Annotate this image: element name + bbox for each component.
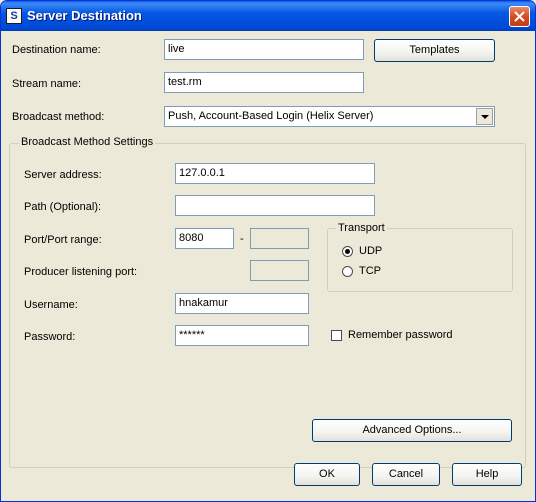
server-address-label: Server address: bbox=[24, 169, 102, 181]
username-input[interactable]: hnakamur bbox=[175, 293, 309, 314]
broadcast-method-select[interactable]: Push, Account-Based Login (Helix Server) bbox=[164, 106, 495, 127]
server-destination-dialog: S Server Destination Destination name: l… bbox=[0, 0, 536, 502]
producer-port-input bbox=[250, 260, 309, 281]
tcp-radio[interactable] bbox=[342, 266, 353, 277]
broadcast-method-settings-title: Broadcast Method Settings bbox=[19, 136, 156, 148]
ok-button[interactable]: OK bbox=[294, 463, 360, 486]
server-address-input[interactable]: 127.0.0.1 bbox=[175, 163, 375, 184]
username-label: Username: bbox=[24, 299, 78, 311]
stream-name-label: Stream name: bbox=[12, 78, 82, 90]
radio-selected-dot bbox=[345, 249, 350, 254]
transport-group bbox=[327, 228, 513, 292]
remember-password-label[interactable]: Remember password bbox=[348, 329, 453, 341]
chevron-down-icon bbox=[481, 115, 489, 119]
password-input[interactable]: ****** bbox=[175, 325, 309, 346]
broadcast-method-label: Broadcast method: bbox=[12, 111, 105, 123]
templates-button[interactable]: Templates bbox=[374, 39, 495, 62]
dropdown-arrow-button[interactable] bbox=[476, 108, 493, 125]
udp-label[interactable]: UDP bbox=[359, 245, 382, 257]
title-bar[interactable]: S Server Destination bbox=[1, 1, 535, 31]
help-button[interactable]: Help bbox=[452, 463, 522, 486]
password-label: Password: bbox=[24, 331, 76, 343]
path-label: Path (Optional): bbox=[24, 201, 102, 213]
destination-name-label: Destination name: bbox=[12, 44, 101, 56]
dialog-body: Destination name: live Templates Stream … bbox=[4, 31, 532, 498]
stream-name-input[interactable]: test.rm bbox=[164, 72, 364, 93]
app-icon: S bbox=[6, 8, 22, 24]
udp-radio[interactable] bbox=[342, 246, 353, 257]
tcp-label[interactable]: TCP bbox=[359, 265, 381, 277]
remember-password-checkbox[interactable] bbox=[331, 330, 342, 341]
port-from-input[interactable]: 8080 bbox=[175, 228, 234, 249]
cancel-button[interactable]: Cancel bbox=[372, 463, 440, 486]
advanced-options-button[interactable]: Advanced Options... bbox=[312, 419, 512, 442]
close-button[interactable] bbox=[509, 6, 530, 27]
port-range-label: Port/Port range: bbox=[24, 234, 102, 246]
broadcast-method-value: Push, Account-Based Login (Helix Server) bbox=[168, 110, 374, 122]
close-icon bbox=[514, 11, 525, 22]
port-range-separator: - bbox=[240, 233, 244, 245]
producer-port-label: Producer listening port: bbox=[24, 266, 138, 278]
path-input[interactable] bbox=[175, 195, 375, 216]
destination-name-input[interactable]: live bbox=[164, 39, 364, 60]
window-title: Server Destination bbox=[27, 8, 142, 23]
transport-title: Transport bbox=[336, 222, 387, 234]
port-to-input bbox=[250, 228, 309, 249]
